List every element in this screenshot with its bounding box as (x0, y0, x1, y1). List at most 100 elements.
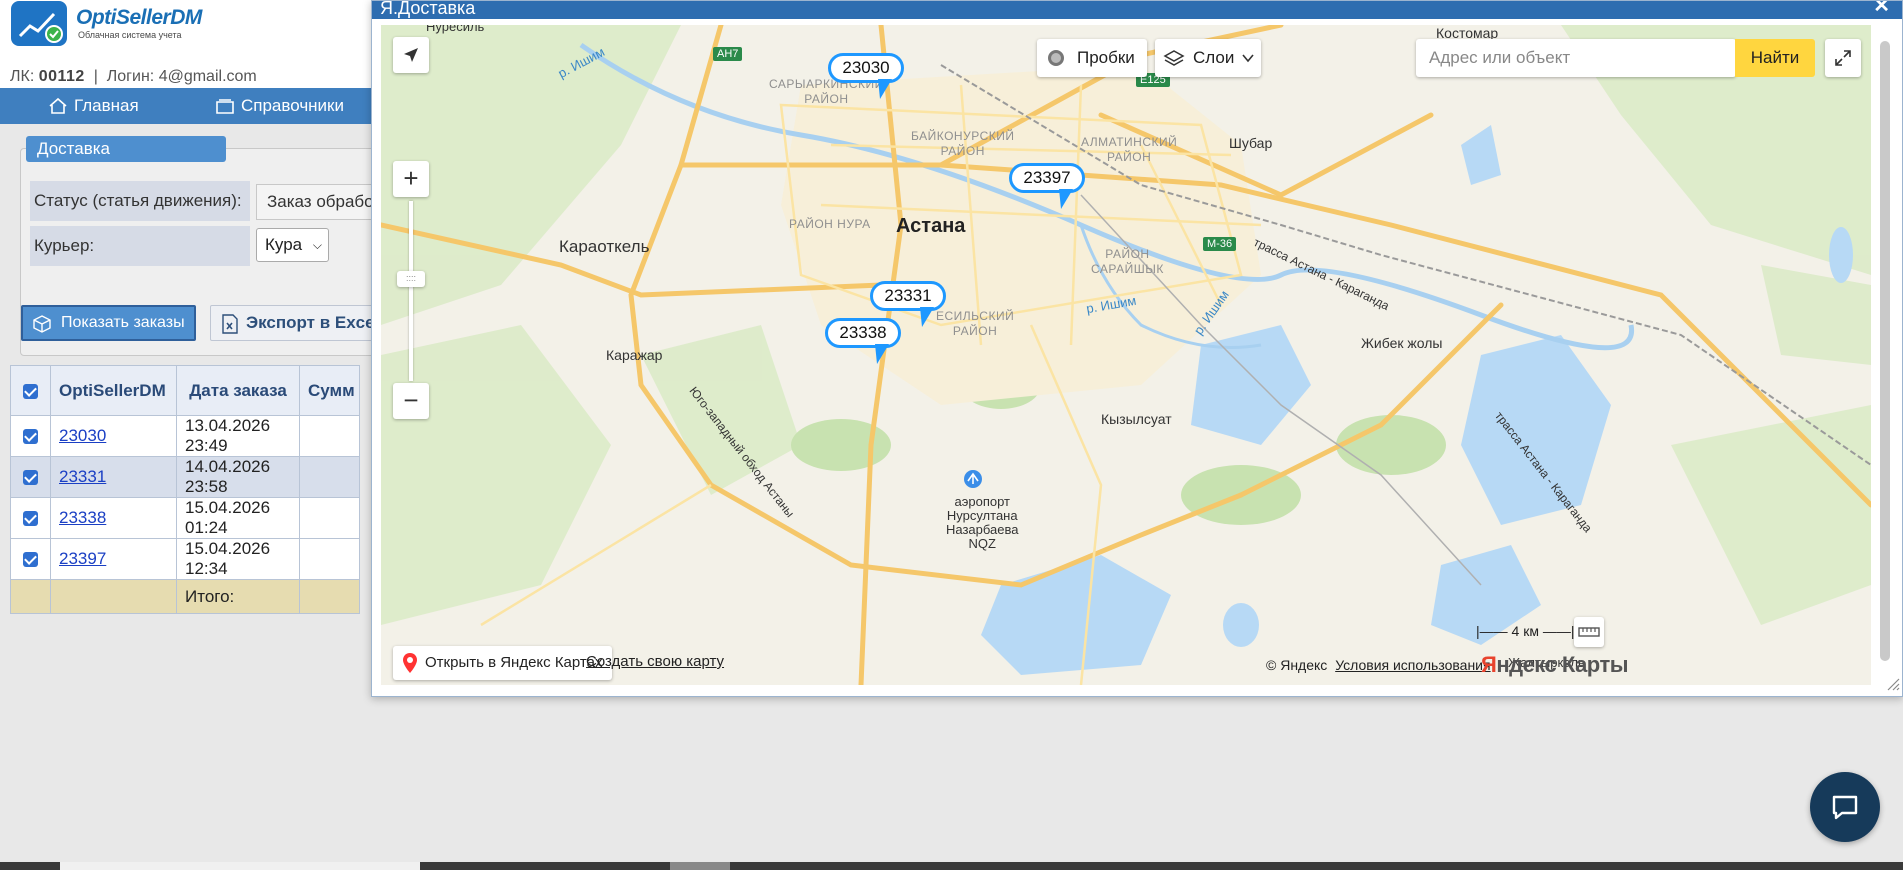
nav-home-label: Главная (74, 96, 139, 115)
order-date-cell: 14.04.2026 23:58 (176, 456, 300, 498)
zoom-in-button[interactable]: + (393, 161, 429, 197)
map-city-label: Астана (896, 215, 966, 237)
district-baikonur: БАЙКОНУРСКИЙ РАЙОН (911, 129, 1015, 158)
order-id-cell: 23397 (50, 538, 177, 580)
order-sum-cell (299, 538, 360, 580)
order-id-cell: 23338 (50, 497, 177, 539)
row-checkbox[interactable] (23, 470, 38, 486)
nav-directories[interactable]: Справочники (215, 88, 344, 124)
export-label: Экспорт в Exce (246, 313, 375, 332)
map-canvas[interactable]: AH7 E125 M-36 Астана Караоткель Каражар … (381, 25, 1871, 685)
resize-grip-icon[interactable] (1886, 677, 1900, 691)
fullscreen-button[interactable] (1825, 39, 1861, 77)
col-header-optiseller[interactable]: OptiSellerDM (50, 365, 177, 416)
table-row: 23331 14.04.2026 23:58 (10, 456, 360, 498)
row-checkbox[interactable] (23, 552, 38, 568)
courier-select[interactable]: Кура ⌵ (256, 228, 329, 262)
row-checkbox-cell[interactable] (10, 456, 51, 498)
map-search-input[interactable]: Адрес или объект (1416, 39, 1736, 77)
order-sum-cell (299, 456, 360, 498)
order-sum-cell (299, 415, 360, 457)
col-header-date[interactable]: Дата заказа (176, 365, 300, 416)
zoom-track[interactable] (409, 201, 413, 381)
order-link[interactable]: 23397 (59, 549, 106, 568)
map-scale: |—— 4 км ——| (1476, 623, 1575, 639)
map-label-karazhar: Каражар (606, 347, 663, 363)
row-checkbox-cell[interactable] (10, 497, 51, 539)
scale-label: 4 км (1511, 623, 1539, 639)
map-find-button[interactable]: Найти (1735, 39, 1815, 77)
order-link[interactable]: 23331 (59, 467, 106, 486)
order-id-cell: 23030 (50, 415, 177, 457)
login-value: 4@gmail.com (158, 68, 257, 85)
col-header-sum[interactable]: Сумм (299, 365, 360, 416)
status-label: Статус (статья движения): (34, 191, 242, 210)
taskbar-item[interactable] (60, 862, 420, 870)
os-taskbar (0, 862, 1903, 870)
account-line: ЛК: 00112 | Логин: 4@gmail.com (10, 68, 257, 86)
district-nura: РАЙОН НУРА (789, 217, 871, 231)
map-background (381, 25, 1871, 685)
order-marker[interactable]: 23030 (828, 53, 904, 99)
traffic-label: Пробки (1077, 48, 1135, 67)
yandex-logo-y: Я (1481, 652, 1497, 677)
yandex-maps-logo[interactable]: Яндекс Карты (1481, 652, 1629, 678)
ruler-button[interactable] (1574, 617, 1604, 647)
select-all-cell[interactable] (10, 365, 51, 416)
nav-directories-label: Справочники (241, 96, 344, 115)
table-total-row: Итого: (10, 579, 360, 614)
map-copyright: © Яндекс Условия использования (1266, 657, 1491, 673)
modal-scrollbar[interactable] (1880, 41, 1890, 661)
row-checkbox[interactable] (23, 429, 38, 445)
order-marker-label: 23030 (828, 53, 904, 83)
orders-table: OptiSellerDM Дата заказа Сумм 23030 13.0… (10, 365, 360, 614)
table-row: 23030 13.04.2026 23:49 (10, 415, 360, 457)
account-id: 00112 (38, 68, 85, 85)
order-date-cell: 15.04.2026 12:34 (176, 538, 300, 580)
district-almaty: АЛМАТИНСКИЙ РАЙОН (1081, 135, 1178, 164)
show-orders-button[interactable]: Показать заказы (21, 305, 196, 341)
order-marker[interactable]: 23397 (1009, 163, 1085, 209)
select-all-checkbox[interactable] (23, 383, 38, 399)
traffic-button[interactable]: Пробки (1037, 39, 1147, 77)
marker-tail-icon (878, 79, 892, 99)
taskbar-item[interactable] (670, 862, 730, 870)
modal-title: Я.Доставка (380, 1, 476, 18)
table-row: 23338 15.04.2026 01:24 (10, 497, 360, 539)
modal-titlebar[interactable]: Я.Доставка ✕ (372, 1, 1902, 19)
row-checkbox-cell[interactable] (10, 538, 51, 580)
order-link[interactable]: 23338 (59, 508, 106, 527)
logo-title: OptiSellerDM (76, 6, 202, 29)
terms-link[interactable]: Условия использования (1335, 657, 1490, 673)
map-label-zhibek: Жибек жолы (1361, 335, 1443, 351)
delivery-map-modal: Я.Доставка ✕ AH7 E125 M-36 Астана Караот… (371, 0, 1903, 697)
order-link[interactable]: 23030 (59, 426, 106, 445)
traffic-icon (1048, 50, 1064, 66)
marker-tail-icon (1059, 189, 1073, 209)
order-marker[interactable]: 23338 (825, 318, 901, 364)
road-sign-m36: M-36 (1203, 237, 1237, 251)
fullscreen-icon (1835, 50, 1851, 66)
show-orders-label: Показать заказы (61, 314, 185, 331)
map-label-karaotkel: Караоткель (559, 237, 650, 256)
excel-icon (222, 314, 238, 334)
row-checkbox-cell[interactable] (10, 415, 51, 457)
district-sarayshyk: РАЙОН САРАЙШЫК (1091, 247, 1164, 276)
district-esil: ЕСИЛЬСКИЙ РАЙОН (936, 309, 1015, 338)
filter-panel-title: Доставка (26, 136, 226, 162)
row-checkbox[interactable] (23, 511, 38, 527)
nav-home[interactable]: Главная (48, 88, 139, 124)
layers-button[interactable]: Слои (1155, 39, 1261, 77)
chat-button[interactable] (1810, 772, 1880, 842)
logo-icon[interactable] (10, 0, 68, 47)
zoom-out-button[interactable]: − (393, 383, 429, 419)
scale-bar-left: |—— (1476, 623, 1512, 639)
create-map-link[interactable]: Создать свою карту (586, 653, 724, 670)
close-icon[interactable]: ✕ (1873, 1, 1890, 16)
open-in-yandex-button[interactable]: Открыть в Яндекс Картах (393, 646, 613, 680)
locate-button[interactable] (393, 37, 429, 73)
logo-tagline: Облачная система учета (78, 30, 182, 40)
zoom-handle[interactable]: :::: (397, 271, 425, 287)
order-marker-label: 23338 (825, 318, 901, 348)
ruler-icon (1578, 627, 1600, 637)
